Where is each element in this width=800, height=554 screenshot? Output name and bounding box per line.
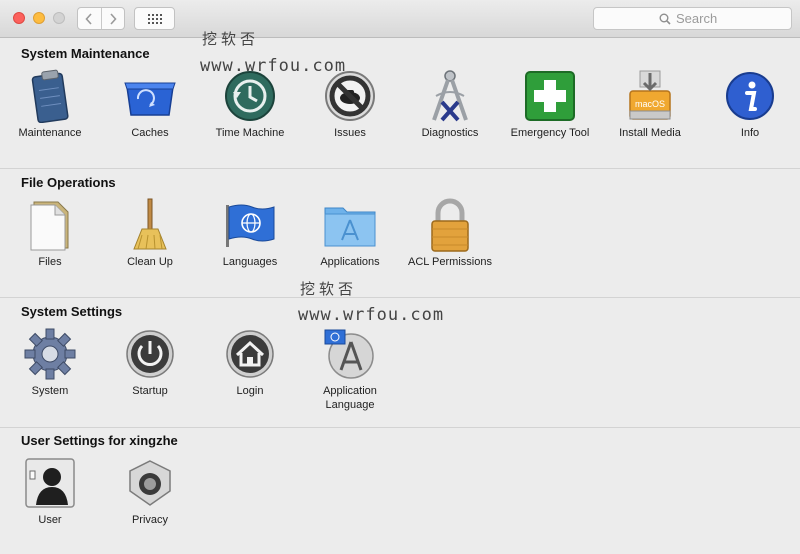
pane-label: Privacy (131, 514, 169, 526)
pane-startup[interactable]: Startup (100, 326, 200, 398)
section-divider (0, 168, 800, 169)
pane-label: Time Machine (215, 127, 285, 139)
pane-label: Clean Up (127, 256, 173, 268)
section-title-user-settings: User Settings for xingzhe (21, 433, 178, 448)
privacy-lock-icon (122, 455, 178, 511)
pane-login[interactable]: Login (200, 326, 300, 398)
time-machine-icon (222, 68, 278, 124)
watermark-url: www.wrfou.com (298, 305, 445, 325)
install-drive-icon: macOS (622, 68, 678, 124)
pane-label: Languages (222, 256, 278, 268)
show-all-button[interactable] (134, 7, 175, 30)
pane-application-language[interactable]: Application Language (300, 326, 400, 412)
broom-icon (122, 197, 178, 253)
pane-emergency-tool[interactable]: Emergency Tool (500, 68, 600, 140)
info-icon (722, 68, 778, 124)
pane-info[interactable]: Info (700, 68, 800, 140)
pane-label: Login (236, 385, 264, 397)
pane-issues[interactable]: Issues (300, 68, 400, 140)
section-title-system-maintenance: System Maintenance (21, 46, 150, 61)
zoom-window-button[interactable] (53, 12, 65, 24)
pane-files[interactable]: Files (0, 197, 100, 269)
pane-privacy[interactable]: Privacy (100, 455, 200, 527)
pane-label: Issues (334, 127, 366, 139)
pane-maintenance[interactable]: Maintenance (0, 68, 100, 140)
pane-time-machine[interactable]: Time Machine (200, 68, 300, 140)
pane-label: Info (740, 127, 760, 139)
user-silhouette-icon (22, 455, 78, 511)
pane-diagnostics[interactable]: Diagnostics (400, 68, 500, 140)
pane-caches[interactable]: Caches (100, 68, 200, 140)
pane-label: ACL Permissions (408, 256, 492, 268)
search-field[interactable] (593, 7, 792, 30)
pane-label: System (31, 385, 69, 397)
pane-label: Application Language (323, 385, 377, 411)
section-title-file-operations: File Operations (21, 175, 116, 190)
chevron-right-icon (110, 12, 117, 25)
install-badge-text: macOS (635, 99, 665, 109)
watermark-text: 挖软否 (202, 30, 260, 48)
grid-icon (147, 13, 162, 24)
pane-label: Diagnostics (421, 127, 479, 139)
clipboard-icon (22, 68, 78, 124)
pane-label: Caches (131, 127, 169, 139)
home-icon (222, 326, 278, 382)
calipers-icon (422, 68, 478, 124)
bin-icon (122, 68, 178, 124)
gear-icon (22, 326, 78, 382)
power-icon (122, 326, 178, 382)
padlock-icon (422, 197, 478, 253)
search-input[interactable] (676, 11, 726, 26)
section-divider (0, 297, 800, 298)
pane-system[interactable]: System (0, 326, 100, 398)
pane-label: Install Media (619, 127, 681, 139)
watermark-text: 挖软否 (300, 280, 358, 298)
app-window: System Maintenance Maintenance Caches (0, 0, 800, 554)
pane-label: Emergency Tool (510, 127, 590, 139)
pane-label: Applications (320, 256, 380, 268)
chevron-left-icon (85, 12, 92, 25)
close-window-button[interactable] (13, 12, 25, 24)
no-entry-icon (322, 68, 378, 124)
watermark-url: www.wrfou.com (200, 56, 347, 76)
pane-label: Startup (132, 385, 168, 397)
minimize-window-button[interactable] (33, 12, 45, 24)
pane-applications[interactable]: Applications (300, 197, 400, 269)
flag-globe-icon (222, 197, 278, 253)
toolbar (0, 0, 800, 38)
pane-acl-permissions[interactable]: ACL Permissions (400, 197, 500, 269)
pane-install-media[interactable]: macOS Install Media (600, 68, 700, 140)
section-title-system-settings: System Settings (21, 304, 123, 319)
section-divider (0, 427, 800, 428)
pane-languages[interactable]: Languages (200, 197, 300, 269)
navigation-buttons (77, 7, 125, 30)
pane-label: Files (38, 256, 62, 268)
app-store-flag-icon (322, 326, 378, 382)
applications-folder-icon (322, 197, 378, 253)
pane-clean-up[interactable]: Clean Up (100, 197, 200, 269)
back-button[interactable] (78, 8, 101, 29)
pane-label: User (38, 514, 62, 526)
search-icon (659, 13, 671, 25)
pane-label: Maintenance (18, 127, 82, 139)
pane-user[interactable]: User (0, 455, 100, 527)
forward-button[interactable] (100, 8, 125, 29)
document-icon (22, 197, 78, 253)
first-aid-icon (522, 68, 578, 124)
